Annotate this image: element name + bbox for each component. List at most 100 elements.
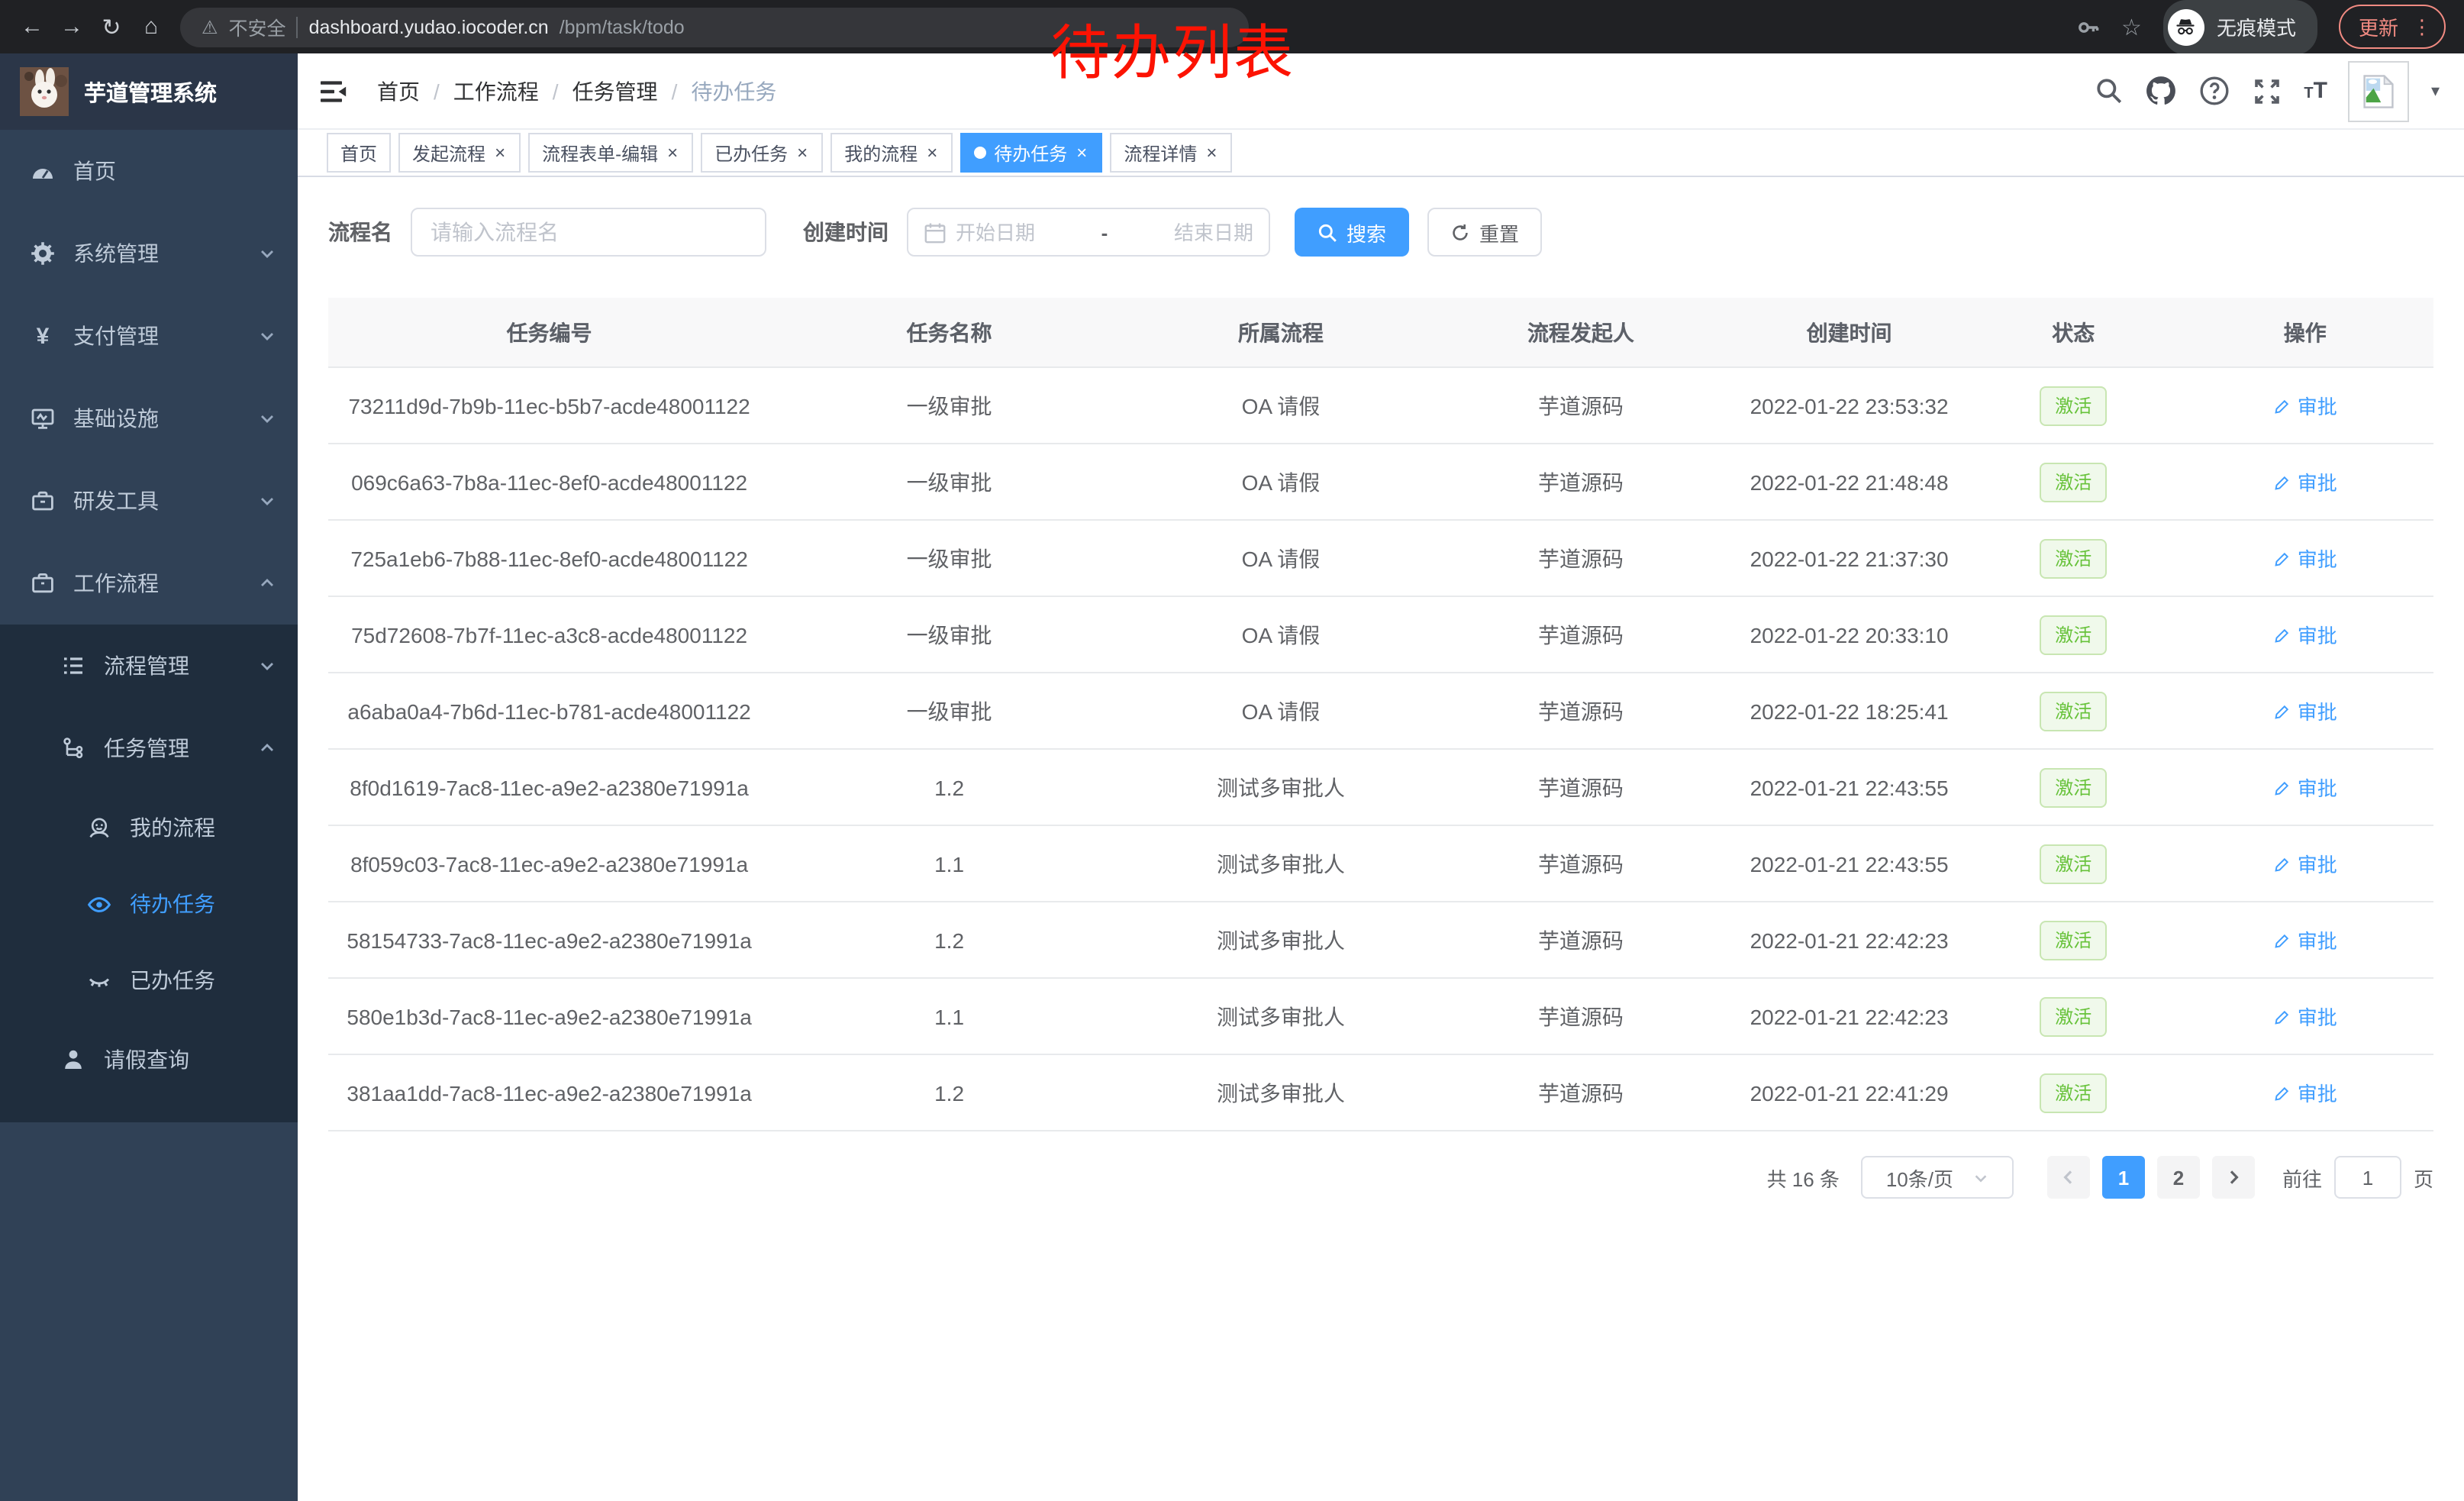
sidebar-item-my-process[interactable]: 我的流程 (0, 789, 298, 866)
home-icon[interactable]: ⌂ (131, 14, 171, 40)
close-icon[interactable]: × (795, 144, 809, 162)
main-area: 首页 / 工作流程 / 任务管理 / 待办任务 (298, 53, 2464, 1501)
help-icon[interactable] (2198, 75, 2230, 107)
tab-home[interactable]: 首页 (327, 133, 391, 173)
github-icon[interactable] (2145, 75, 2177, 107)
tab-form-edit[interactable]: 流程表单-编辑× (528, 133, 693, 173)
key-icon[interactable] (2075, 15, 2100, 39)
sidebar-item-payment[interactable]: ¥ 支付管理 (0, 295, 298, 377)
back-icon[interactable]: ← (12, 14, 52, 40)
browser-menu-icon[interactable]: ⋮ (2412, 15, 2432, 39)
goto-page-input[interactable] (2334, 1156, 2401, 1199)
close-icon[interactable]: × (925, 144, 939, 162)
close-icon[interactable]: × (666, 144, 679, 162)
date-range-picker[interactable]: - (907, 208, 1270, 257)
breadcrumb-home[interactable]: 首页 (377, 76, 420, 106)
process-name-input[interactable] (411, 208, 766, 257)
sidebar-item-label: 流程管理 (104, 650, 189, 681)
reset-button[interactable]: 重置 (1427, 208, 1542, 257)
sidebar-item-workflow[interactable]: 工作流程 (0, 542, 298, 625)
sidebar-item-task-management[interactable]: 任务管理 (0, 707, 298, 789)
cell-created: 2022-01-21 22:43:55 (1728, 749, 1970, 825)
start-date-input[interactable] (956, 221, 1072, 244)
sidebar-item-leave-query[interactable]: 请假查询 (0, 1018, 298, 1101)
approve-button[interactable]: 审批 (2273, 1002, 2337, 1031)
font-size-icon[interactable]: TT (2304, 79, 2327, 102)
bookmark-star-icon[interactable]: ☆ (2121, 13, 2142, 40)
cell-created: 2022-01-22 18:25:41 (1728, 673, 1970, 749)
approve-button[interactable]: 审批 (2273, 620, 2337, 649)
sidebar-item-home[interactable]: 首页 (0, 130, 298, 212)
approve-button[interactable]: 审批 (2273, 544, 2337, 573)
search-button[interactable]: 搜索 (1295, 208, 1409, 257)
cell-task-id: 58154733-7ac8-11ec-a9e2-a2380e71991a (328, 902, 770, 978)
sidebar-item-label: 待办任务 (130, 889, 215, 919)
sidebar-item-process-management[interactable]: 流程管理 (0, 625, 298, 707)
page-button-1[interactable]: 1 (2102, 1156, 2145, 1199)
approve-button[interactable]: 审批 (2273, 696, 2337, 725)
close-icon[interactable]: × (493, 144, 507, 162)
goto-label: 前往 (2282, 1163, 2322, 1192)
sidebar-item-todo-tasks[interactable]: 待办任务 (0, 866, 298, 942)
approve-button[interactable]: 审批 (2273, 925, 2337, 954)
user-icon (61, 1047, 85, 1072)
toolbox-icon (31, 489, 55, 513)
breadcrumb-task-management[interactable]: 任务管理 (572, 76, 658, 106)
sidebar-item-infrastructure[interactable]: 基础设施 (0, 377, 298, 460)
status-badge: 激活 (2040, 1073, 2107, 1112)
cell-created: 2022-01-22 20:33:10 (1728, 596, 1970, 673)
caret-down-icon[interactable]: ▾ (2431, 81, 2440, 101)
sidebar-logo[interactable]: 芋道管理系统 (0, 53, 298, 130)
logo-image (20, 67, 69, 116)
reload-icon[interactable]: ↻ (92, 13, 131, 40)
tab-my-process[interactable]: 我的流程× (830, 133, 953, 173)
security-label: 不安全 (229, 12, 286, 41)
cell-starter: 芋道源码 (1434, 673, 1728, 749)
table-row: 8f0d1619-7ac8-11ec-a9e2-a2380e71991a 1.2… (328, 749, 2433, 825)
sidebar-item-system[interactable]: 系统管理 (0, 212, 298, 295)
pagination-jumper: 前往 页 (2282, 1156, 2433, 1199)
update-label: 更新 (2359, 12, 2398, 41)
approve-button[interactable]: 审批 (2273, 849, 2337, 878)
approve-button[interactable]: 审批 (2273, 773, 2337, 802)
breadcrumb-workflow[interactable]: 工作流程 (453, 76, 539, 106)
briefcase-icon (31, 571, 55, 596)
sidebar-item-label: 已办任务 (130, 965, 215, 996)
cell-starter: 芋道源码 (1434, 825, 1728, 902)
approve-button[interactable]: 审批 (2273, 1078, 2337, 1107)
gear-icon (31, 241, 55, 266)
sidebar-item-devtools[interactable]: 研发工具 (0, 460, 298, 542)
page-button-2[interactable]: 2 (2157, 1156, 2200, 1199)
table-row: 73211d9d-7b9b-11ec-b5b7-acde48001122 一级审… (328, 367, 2433, 444)
close-icon[interactable]: × (1075, 144, 1088, 162)
sidebar-item-label: 支付管理 (73, 321, 159, 351)
tab-todo-tasks[interactable]: 待办任务× (960, 133, 1102, 173)
tab-done-tasks[interactable]: 已办任务× (701, 133, 823, 173)
approve-button[interactable]: 审批 (2273, 467, 2337, 496)
cell-task-name: 1.2 (770, 749, 1128, 825)
end-date-input[interactable] (1137, 221, 1253, 244)
approve-button[interactable]: 审批 (2273, 391, 2337, 420)
cell-created: 2022-01-21 22:41:29 (1728, 1054, 1970, 1131)
next-page-button[interactable] (2212, 1156, 2255, 1199)
close-icon[interactable]: × (1205, 144, 1218, 162)
prev-page-button[interactable] (2047, 1156, 2090, 1199)
page-size-select[interactable]: 10条/页 (1861, 1156, 2014, 1199)
sidebar-fold-icon[interactable] (321, 79, 347, 103)
tags-view-bar: 首页 发起流程× 流程表单-编辑× 已办任务× 我的流程× 待办任务× 流程详情… (298, 130, 2464, 177)
fullscreen-icon[interactable] (2252, 76, 2282, 106)
sidebar-item-label: 任务管理 (104, 733, 189, 763)
sidebar-item-done-tasks[interactable]: 已办任务 (0, 942, 298, 1018)
search-icon[interactable] (2095, 76, 2124, 105)
forward-icon[interactable]: → (52, 14, 92, 40)
breadcrumb: 首页 / 工作流程 / 任务管理 / 待办任务 (377, 76, 776, 106)
cell-task-id: 8f059c03-7ac8-11ec-a9e2-a2380e71991a (328, 825, 770, 902)
avatar[interactable] (2349, 60, 2410, 121)
page-content: 流程名 创建时间 - 搜索 (298, 177, 2464, 1501)
browser-update-button[interactable]: 更新 ⋮ (2339, 5, 2446, 49)
calendar-icon (924, 221, 947, 244)
tab-start-process[interactable]: 发起流程× (398, 133, 521, 173)
face-icon (87, 815, 111, 840)
status-badge: 激活 (2040, 538, 2107, 578)
tab-process-detail[interactable]: 流程详情× (1110, 133, 1232, 173)
